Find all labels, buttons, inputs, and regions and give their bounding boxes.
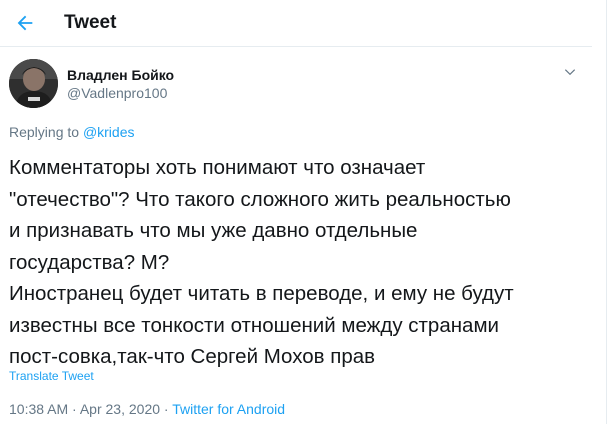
- tweet-line: государства? М?: [9, 250, 170, 274]
- tweet-page: Tweet Владлен Бойко @Vadlenpro100 Replyi…: [0, 0, 607, 424]
- chevron-down-icon: [564, 69, 576, 76]
- tweet-source-link[interactable]: Twitter for Android: [172, 401, 285, 417]
- author-handle[interactable]: @Vadlenpro100: [67, 84, 167, 102]
- author-name[interactable]: Владлен Бойко: [67, 66, 174, 84]
- tweet-line: Комментаторы хоть понимают что означает: [9, 156, 426, 179]
- meta-separator: ·: [72, 401, 77, 417]
- meta-separator: ·: [163, 401, 169, 417]
- back-button[interactable]: [7, 5, 43, 41]
- tweet-line: и признавать что мы уже давно отдельные: [9, 219, 418, 242]
- tweet-line: известны все тонкости отношений между ст…: [9, 313, 499, 337]
- arrow-left-icon: [17, 15, 33, 31]
- more-options-button[interactable]: [560, 62, 580, 82]
- replying-to: Replying to @krides: [9, 123, 135, 141]
- tweet-time[interactable]: 10:38 AM: [9, 401, 68, 417]
- tweet-date[interactable]: Apr 23, 2020: [80, 401, 160, 417]
- tweet-meta: 10:38 AM · Apr 23, 2020 · Twitter for An…: [9, 400, 285, 418]
- page-header: Tweet: [0, 0, 592, 47]
- avatar[interactable]: [9, 59, 58, 108]
- replying-to-label: Replying to: [9, 124, 80, 140]
- tweet-line: Иностранец будет читать в переводе, и ем…: [9, 282, 514, 305]
- tweet-text: Комментаторы хоть понимают что означает …: [9, 152, 591, 373]
- tweet-line: "отечество"? Что такого сложного жить ре…: [9, 187, 511, 211]
- tweet-line: пост-совка,так-что Сергей Мохов прав: [9, 345, 376, 368]
- reply-target-link[interactable]: @krides: [83, 124, 135, 140]
- page-title: Tweet: [64, 12, 117, 33]
- translate-tweet-link[interactable]: Translate Tweet: [9, 369, 94, 384]
- user-avatar-image: [9, 59, 58, 108]
